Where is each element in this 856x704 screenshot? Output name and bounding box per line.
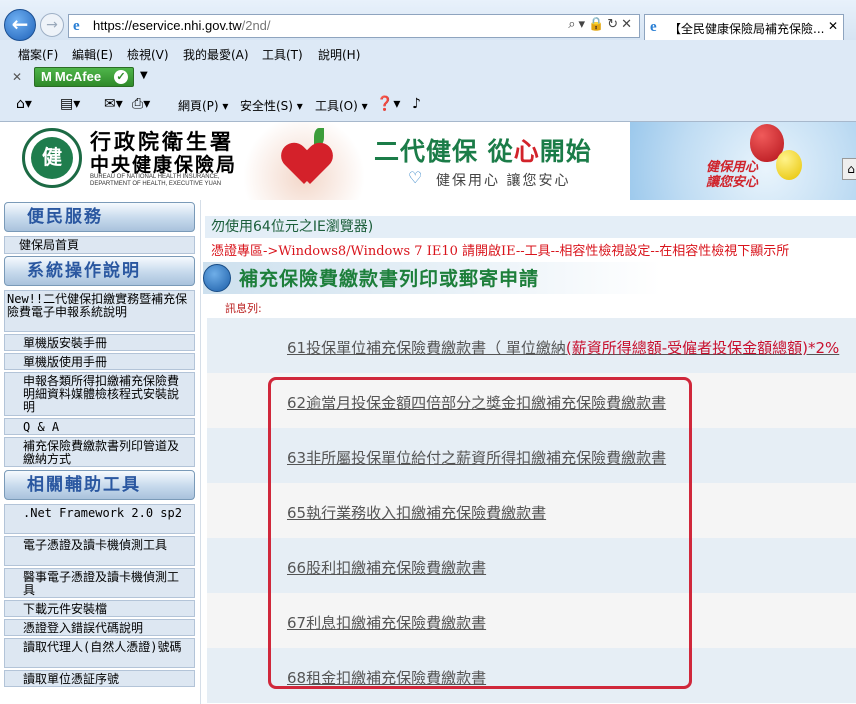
- list-item: 61投保單位補充保險費繳款書（ 單位繳納(薪資所得總額-受僱者投保金額總額)*2…: [207, 318, 856, 373]
- menu-view[interactable]: 檢視(V): [127, 46, 169, 63]
- page-title-bar: 補充保險費繳款書列印或郵寄申請: [203, 262, 856, 294]
- page-title: 補充保險費繳款書列印或郵寄申請: [239, 268, 540, 290]
- link-bill-63[interactable]: 63非所屬投保單位給付之薪資所得扣繳補充保險費繳款書: [287, 447, 666, 468]
- site-banner: 健 行政院衛生署 中央健康保險局 BUREAU OF NATIONAL HEAL…: [0, 122, 856, 200]
- link-bill-65[interactable]: 65執行業務收入扣繳補充保險費繳款書: [287, 502, 546, 523]
- nhi-logo[interactable]: 健: [22, 128, 82, 188]
- back-button[interactable]: ←: [4, 9, 36, 41]
- link-bill-62[interactable]: 62逾當月投保金額四倍部分之獎金扣繳補充保險費繳款書: [287, 392, 666, 413]
- sidebar-item-cert-serial[interactable]: 讀取單位憑証序號: [4, 670, 195, 687]
- sidebar-heading-services: 便民服務: [4, 202, 195, 232]
- menu-bar: 檔案(F) 編輯(E) 檢視(V) 我的最愛(A) 工具(T) 說明(H): [0, 42, 856, 64]
- heart-hands-image: [244, 122, 364, 200]
- mcafee-shield-icon: M: [41, 69, 52, 84]
- browser-chrome: ← → e https://eservice.nhi.gov.tw/2nd/ ⌕…: [0, 0, 856, 122]
- address-bar[interactable]: e https://eservice.nhi.gov.tw/2nd/ ⌕▾🔒↻✕: [68, 14, 640, 38]
- sidebar-item-qa[interactable]: Q & A: [4, 418, 195, 435]
- sidebar-item-user-manual[interactable]: 單機版使用手冊: [4, 353, 195, 370]
- toolbar-close-icon[interactable]: ✕: [12, 70, 22, 84]
- mail-icon[interactable]: ✉▾: [104, 96, 123, 112]
- navigation-bar: ← → e https://eservice.nhi.gov.tw/2nd/ ⌕…: [0, 0, 856, 41]
- sidebar-item-download-components[interactable]: 下載元件安裝檔: [4, 600, 195, 617]
- forward-button[interactable]: →: [40, 13, 64, 37]
- list-item: 62逾當月投保金額四倍部分之獎金扣繳補充保險費繳款書: [207, 373, 856, 428]
- link-bill-68[interactable]: 68租金扣繳補充保險費繳款書: [287, 667, 486, 688]
- home-link-icon[interactable]: ⌂: [842, 158, 856, 180]
- menu-file[interactable]: 檔案(F): [18, 46, 58, 63]
- list-item: 65執行業務收入扣繳補充保險費繳款書: [207, 483, 856, 538]
- menu-edit[interactable]: 編輯(E): [72, 46, 113, 63]
- sidebar-item-dotnet[interactable]: .Net Framework 2.0 sp2: [4, 504, 195, 534]
- tools-menu[interactable]: 工具(O) ▾: [315, 97, 368, 114]
- ie-page-icon: e: [73, 18, 80, 34]
- sidebar-item-cert-detect[interactable]: 電子憑證及讀卡機偵測工具: [4, 536, 195, 566]
- sidebar-item-home[interactable]: 健保局首頁: [4, 236, 195, 254]
- list-item: 63非所屬投保單位給付之薪資所得扣繳補充保險費繳款書: [207, 428, 856, 483]
- list-item: 68租金扣繳補充保險費繳款書: [207, 648, 856, 703]
- sidebar-item-media-check[interactable]: 申報各類所得扣繳補充保險費明細資料媒體檢核程式安裝說明: [4, 372, 195, 416]
- org-name-line2: 中央健康保險局: [90, 154, 238, 176]
- balloon-text: 健保用心 讓您安心: [706, 160, 759, 190]
- sidebar-item-agent-number[interactable]: 讀取代理人(自然人憑證)號碼: [4, 638, 195, 668]
- tab-close-icon[interactable]: ✕: [828, 19, 838, 33]
- command-bar: ⌂▾ ▤▾ ✉▾ ⎙▾ 網頁(P) ▾ 安全性(S) ▾ 工具(O) ▾ ❓▾ …: [0, 92, 856, 118]
- url-text: https://eservice.nhi.gov.tw/2nd/: [93, 18, 271, 33]
- link-bill-67[interactable]: 67利息扣繳補充保險費繳款書: [287, 612, 486, 633]
- page-menu[interactable]: 網頁(P) ▾: [178, 97, 228, 114]
- browser-tab[interactable]: e 【全民健康保險局補充保險... ✕: [644, 14, 844, 40]
- link-bill-61[interactable]: 61投保單位補充保險費繳款書（ 單位繳納(薪資所得總額-受僱者投保金額總額)*2…: [287, 337, 839, 358]
- address-tools-icons[interactable]: ⌕▾🔒↻✕: [568, 17, 635, 32]
- mcafee-dropdown-icon[interactable]: ▼: [140, 70, 148, 81]
- sidebar-item-medical-cert-detect[interactable]: 醫事電子憑證及讀卡機偵測工具: [4, 568, 195, 598]
- notice-cert-zone: 憑證專區->Windows8/Windows 7 IE10 請開啟IE--工具-…: [211, 244, 790, 259]
- print-icon[interactable]: ⎙▾: [132, 96, 150, 112]
- banner-subslogan: 健保用心 讓您安心: [436, 173, 571, 189]
- message-label: 訊息列:: [225, 302, 262, 315]
- link-bill-66[interactable]: 66股利扣繳補充保險費繳款書: [287, 557, 486, 578]
- mcafee-button[interactable]: M McAfee ✓: [34, 67, 134, 87]
- menu-tools[interactable]: 工具(T): [262, 46, 303, 63]
- menu-favorites[interactable]: 我的最愛(A): [183, 46, 249, 63]
- list-item: 67利息扣繳補充保險費繳款書: [207, 593, 856, 648]
- balloon-image: 健保用心 讓您安心: [630, 122, 856, 200]
- list-item: 66股利扣繳補充保險費繳款書: [207, 538, 856, 593]
- help-icon[interactable]: ❓▾: [376, 96, 400, 112]
- mcafee-toolbar: ✕ M McAfee ✓ ▼: [0, 64, 856, 90]
- home-icon[interactable]: ⌂▾: [16, 96, 32, 112]
- feeds-icon[interactable]: ▤▾: [60, 96, 80, 112]
- web-page: 健 行政院衛生署 中央健康保險局 BUREAU OF NATIONAL HEAL…: [0, 122, 856, 704]
- title-bullet-icon: [203, 264, 231, 292]
- notice-ie64: 勿使用64位元之IE瀏覽器): [211, 219, 374, 235]
- main-content: 勿使用64位元之IE瀏覽器) 憑證專區->Windows8/Windows 7 …: [200, 200, 856, 704]
- sidebar-item-error-codes[interactable]: 憑證登入錯誤代碼說明: [4, 619, 195, 636]
- sidebar-item-install-manual[interactable]: 單機版安裝手冊: [4, 334, 195, 351]
- org-name-english: BUREAU OF NATIONAL HEALTH INSURANCE, DEPA…: [90, 174, 222, 187]
- tab-ie-icon: e: [650, 19, 657, 35]
- research-icon[interactable]: ♪: [412, 96, 421, 112]
- nhi-swirl-icon: ♡: [408, 168, 423, 187]
- sidebar: 便民服務 健保局首頁 系統操作說明 New!!二代健保扣繳實務暨補充保險費電子申…: [0, 200, 200, 704]
- sidebar-heading-tools: 相關輔助工具: [4, 470, 195, 500]
- yellow-balloon-icon: [776, 150, 802, 180]
- tab-title: 【全民健康保險局補充保險...: [669, 22, 825, 36]
- sidebar-heading-operations: 系統操作說明: [4, 256, 195, 286]
- sidebar-item-payment-channels[interactable]: 補充保險費繳款書列印管道及繳納方式: [4, 437, 195, 467]
- banner-slogan: 二代健保 從心開始: [374, 137, 592, 166]
- sidebar-item-efiling-guide[interactable]: New!!二代健保扣繳實務暨補充保險費電子申報系統說明: [4, 290, 195, 332]
- menu-help[interactable]: 說明(H): [318, 46, 360, 63]
- check-icon: ✓: [114, 70, 128, 84]
- safety-menu[interactable]: 安全性(S) ▾: [240, 97, 303, 114]
